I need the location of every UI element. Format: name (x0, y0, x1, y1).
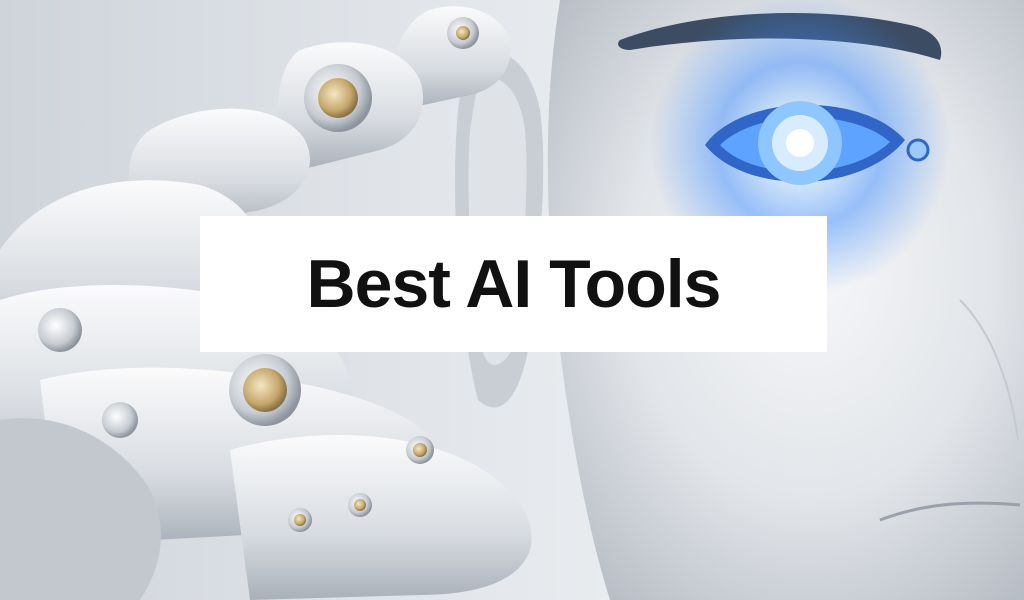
hero-image: Best AI Tools (0, 0, 1024, 600)
banner-title: Best AI Tools (306, 246, 722, 322)
title-banner: Best AI Tools (200, 216, 827, 352)
